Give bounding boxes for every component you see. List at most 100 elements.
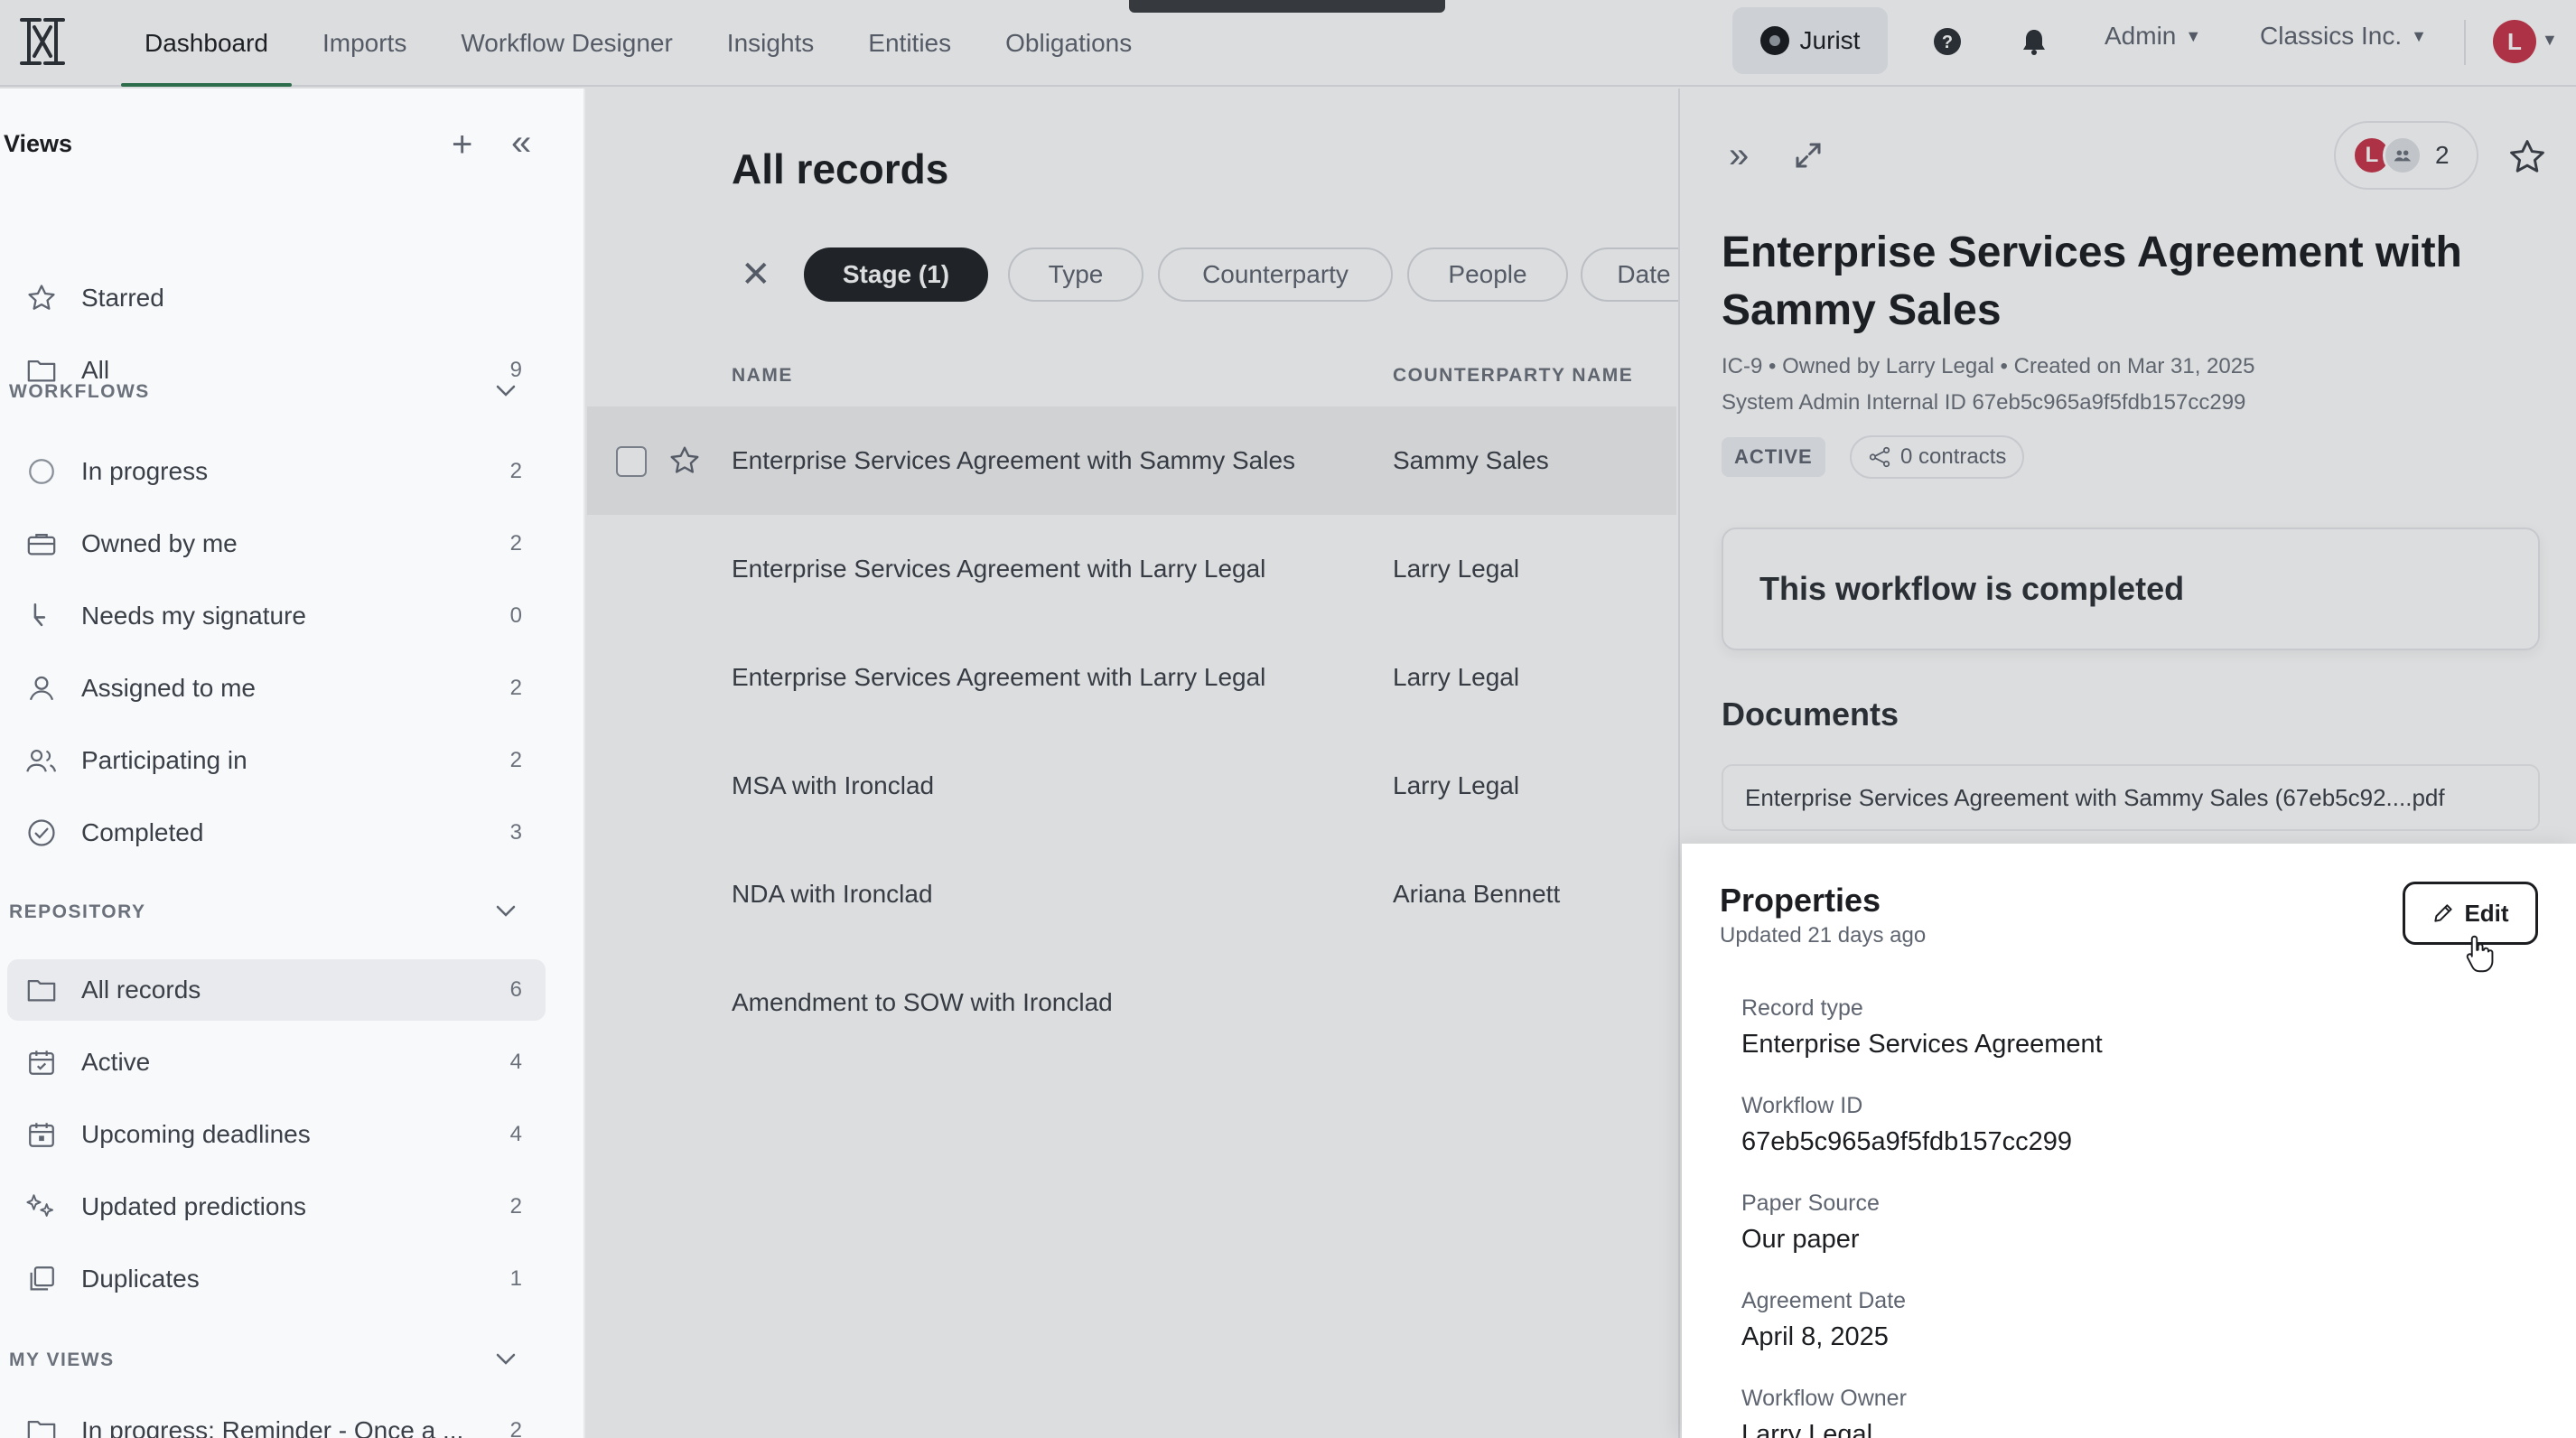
record-meta: IC-9 • Owned by Larry Legal • Created on… xyxy=(1722,354,2255,378)
sidebar-item-needs-my-signature[interactable]: Needs my signature 0 xyxy=(0,585,551,647)
row-counterparty: Sammy Sales xyxy=(1393,446,1549,474)
plus-icon[interactable]: + xyxy=(452,126,472,163)
organization-dropdown[interactable]: Classics Inc. ▼ xyxy=(2260,22,2427,51)
sidebar-item-starred[interactable]: Starred xyxy=(0,267,551,329)
nav-tab-obligations[interactable]: Obligations xyxy=(978,0,1159,87)
table-row[interactable]: Amendment to SOW with Ironclad xyxy=(587,948,1676,1057)
sidebar-item-label: Active xyxy=(81,1048,151,1076)
hand-cursor-icon xyxy=(2466,935,2494,973)
nav-tabs: Dashboard Imports Workflow Designer Insi… xyxy=(117,0,1159,87)
field-value-record-type: Enterprise Services Agreement xyxy=(1741,1030,2103,1059)
sidebar-item-assigned-to-me[interactable]: Assigned to me 2 xyxy=(0,658,551,719)
filter-chip-people[interactable]: People xyxy=(1407,247,1568,302)
expand-icon[interactable] xyxy=(1792,139,1825,172)
sidebar-item-active[interactable]: Active 4 xyxy=(0,1032,551,1093)
table-row[interactable]: Enterprise Services Agreement with Larry… xyxy=(587,623,1676,732)
sidebar-item-label: Upcoming deadlines xyxy=(81,1120,311,1148)
sidebar-item-label: In progress xyxy=(81,457,209,485)
nav-tab-imports[interactable]: Imports xyxy=(295,0,434,87)
section-header-my-views: MY VIEWS xyxy=(9,1349,115,1370)
sidebar-item-upcoming-deadlines[interactable]: Upcoming deadlines 4 xyxy=(0,1104,551,1165)
clear-filters-icon[interactable]: ✕ xyxy=(741,257,771,293)
row-name[interactable]: NDA with Ironclad xyxy=(732,880,933,909)
row-name[interactable]: Enterprise Services Agreement with Sammy… xyxy=(732,446,1295,475)
field-label-paper-source: Paper Source xyxy=(1741,1191,1880,1216)
field-label-record-type: Record type xyxy=(1741,995,1863,1021)
sidebar-item-participating-in[interactable]: Participating in 2 xyxy=(0,730,551,791)
table-row[interactable]: Enterprise Services Agreement with Sammy… xyxy=(587,406,1676,515)
sidebar-item-count: 2 xyxy=(509,748,522,772)
document-link[interactable]: Enterprise Services Agreement with Sammy… xyxy=(1722,764,2540,831)
table-row[interactable]: NDA with Ironclad Ariana Bennett xyxy=(587,840,1676,948)
field-value-paper-source: Our paper xyxy=(1741,1225,1860,1254)
page-title: All records xyxy=(732,145,949,192)
star-icon[interactable] xyxy=(668,444,701,477)
calendar-check-icon xyxy=(25,1046,58,1078)
field-value-agreement-date: April 8, 2025 xyxy=(1741,1322,1889,1351)
properties-title: Properties xyxy=(1720,882,1881,919)
chevron-down-icon[interactable]: ▼ xyxy=(2542,31,2558,50)
sidebar-item-label: Participating in xyxy=(81,746,247,774)
records-list: All records ✕ Stage (1) Type Counterpart… xyxy=(587,89,1707,1438)
properties-updated: Updated 21 days ago xyxy=(1720,923,1927,948)
row-name[interactable]: Enterprise Services Agreement with Larry… xyxy=(732,555,1265,584)
double-chevron-left-icon[interactable]: « xyxy=(511,125,531,161)
sidebar-item-count: 4 xyxy=(509,1050,522,1074)
star-icon xyxy=(25,282,58,314)
sidebar-item-owned-by-me[interactable]: Owned by me 2 xyxy=(0,513,551,574)
column-header-counterparty[interactable]: COUNTERPARTY NAME xyxy=(1393,365,1633,387)
sidebar-item-count: 2 xyxy=(509,531,522,556)
row-name[interactable]: MSA with Ironclad xyxy=(732,771,934,800)
nav-tab-dashboard[interactable]: Dashboard xyxy=(117,0,295,87)
jurist-icon xyxy=(1759,26,1789,55)
nav-tab-insights[interactable]: Insights xyxy=(700,0,842,87)
row-checkbox[interactable] xyxy=(616,446,647,477)
admin-dropdown[interactable]: Admin ▼ xyxy=(2105,22,2201,51)
user-avatar[interactable]: L xyxy=(2493,20,2536,63)
bell-icon[interactable] xyxy=(2016,23,2052,60)
nav-tab-entities[interactable]: Entities xyxy=(841,0,978,87)
table-row[interactable]: MSA with Ironclad Larry Legal xyxy=(587,732,1676,840)
sidebar-item-count: 1 xyxy=(509,1266,522,1291)
sidebar-item-completed[interactable]: Completed 3 xyxy=(0,802,551,864)
participants-button[interactable]: L 2 xyxy=(2334,121,2478,190)
user-group-icon xyxy=(2383,135,2422,175)
row-name[interactable]: Amendment to SOW with Ironclad xyxy=(732,988,1113,1017)
filter-chip-counterparty[interactable]: Counterparty xyxy=(1158,247,1393,302)
filter-chip-stage[interactable]: Stage (1) xyxy=(804,247,988,302)
sidebar-item-duplicates[interactable]: Duplicates 1 xyxy=(0,1248,551,1310)
row-counterparty: Larry Legal xyxy=(1393,663,1520,691)
jurist-button[interactable]: Jurist xyxy=(1732,7,1888,74)
chevron-down-icon[interactable] xyxy=(491,376,520,405)
star-icon[interactable] xyxy=(2507,137,2547,177)
divider xyxy=(2464,20,2466,65)
nav-tab-workflow-designer[interactable]: Workflow Designer xyxy=(434,0,699,87)
column-header-name[interactable]: NAME xyxy=(732,365,793,387)
user-icon xyxy=(25,672,58,705)
filter-chip-type[interactable]: Type xyxy=(1008,247,1143,302)
sidebar-item-all-records[interactable]: All records 6 xyxy=(7,959,546,1021)
sidebar-item-my-view[interactable]: In progress: Reminder - Once a ... 2 xyxy=(0,1400,551,1438)
sidebar-item-count: 3 xyxy=(509,820,522,845)
contracts-button[interactable]: 0 contracts xyxy=(1850,435,2025,479)
chevron-down-icon[interactable] xyxy=(491,1344,520,1373)
double-chevron-right-icon[interactable]: » xyxy=(1729,137,1749,173)
sidebar-item-updated-predictions[interactable]: Updated predictions 2 xyxy=(0,1176,551,1237)
properties-card: Properties Updated 21 days ago Edit Reco… xyxy=(1682,844,2576,1438)
table-row[interactable]: Enterprise Services Agreement with Larry… xyxy=(587,515,1676,623)
jurist-label: Jurist xyxy=(1799,26,1861,54)
app-logo[interactable] xyxy=(16,13,69,70)
participants-count: 2 xyxy=(2435,141,2450,169)
top-navigation: Dashboard Imports Workflow Designer Insi… xyxy=(0,0,2576,87)
row-name[interactable]: Enterprise Services Agreement with Larry… xyxy=(732,663,1265,692)
sidebar-item-count: 2 xyxy=(509,1418,522,1438)
top-banner-strip xyxy=(1129,0,1445,13)
sidebar-item-in-progress[interactable]: In progress 2 xyxy=(0,441,551,502)
sidebar-item-label: Assigned to me xyxy=(81,674,256,702)
sidebar-panel: Views + « Starred All 9 WORKFLOWS In pro… xyxy=(0,89,585,1438)
help-icon[interactable]: ? xyxy=(1929,23,1965,60)
workflow-completed-card: This workflow is completed xyxy=(1722,528,2540,650)
status-badge: ACTIVE xyxy=(1722,437,1825,477)
duplicate-icon xyxy=(25,1263,58,1295)
chevron-down-icon[interactable] xyxy=(491,896,520,925)
